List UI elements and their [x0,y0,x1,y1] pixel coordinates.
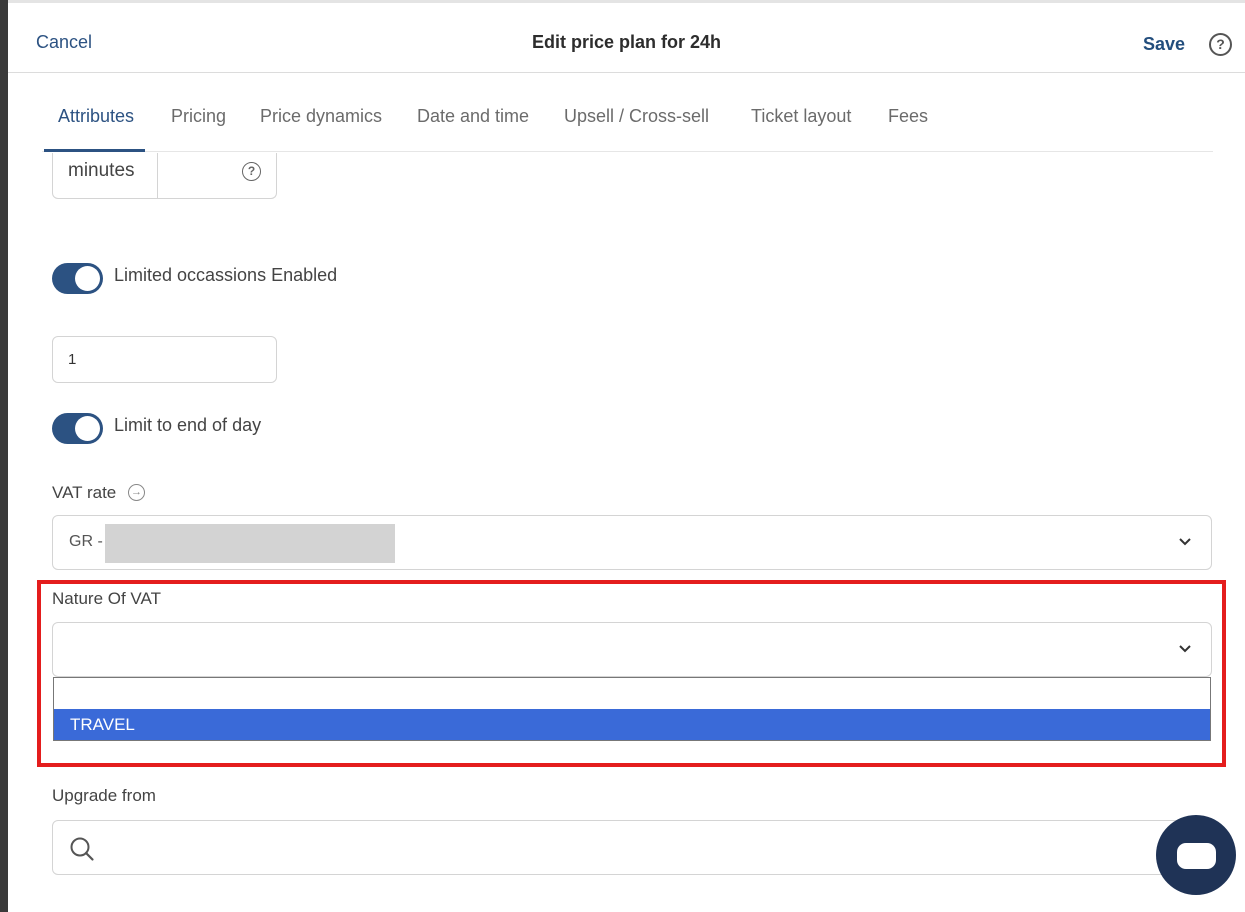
limit-end-of-day-toggle[interactable] [52,413,103,444]
help-icon[interactable]: ? [1209,33,1232,56]
occasions-count-input[interactable] [52,336,277,383]
tab-upsell-cross-sell[interactable]: Upsell / Cross-sell [564,106,709,127]
limited-occasions-label: Limited occassions Enabled [114,265,338,285]
limited-occasions-toggle[interactable] [52,263,103,294]
save-button[interactable]: Save [1143,34,1185,55]
active-tab-indicator [44,149,145,152]
page-title: Edit price plan for 24h [531,32,722,52]
window-edge [0,0,8,912]
duration-unit-label: minutes [68,160,135,181]
vat-rate-value: GR - [69,533,103,550]
annotation-highlight-frame [37,580,1226,767]
tab-price-dynamics[interactable]: Price dynamics [260,106,382,127]
tab-bar: Attributes Pricing Price dynamics Date a… [42,73,1213,152]
tab-ticket-layout[interactable]: Ticket layout [751,106,851,127]
toggle-knob [75,416,100,441]
redacted-area [105,524,395,563]
upgrade-from-label: Upgrade from [52,786,156,805]
tab-date-and-time[interactable]: Date and time [417,106,529,127]
limit-end-of-day-label: Limit to end of day [114,415,262,435]
vat-rate-select[interactable]: GR - [52,515,1212,570]
search-icon [70,837,94,861]
chevron-down-icon [1179,538,1191,546]
tab-pricing[interactable]: Pricing [171,106,226,127]
question-circle-icon[interactable]: ? [242,162,261,181]
duration-unit-field[interactable]: minutes ? [52,153,277,199]
upgrade-from-search-input[interactable] [52,820,1212,875]
arrow-right-circle-icon[interactable]: → [128,484,145,501]
tab-fees[interactable]: Fees [888,106,928,127]
field-divider [157,153,158,198]
toggle-knob [75,266,100,291]
vat-rate-label: VAT rate [52,483,117,502]
modal-header: Cancel Edit price plan for 24h Save ? [8,3,1245,73]
chat-button[interactable] [1156,815,1236,895]
tab-attributes[interactable]: Attributes [58,106,134,127]
chat-bubble-icon [1177,843,1216,869]
